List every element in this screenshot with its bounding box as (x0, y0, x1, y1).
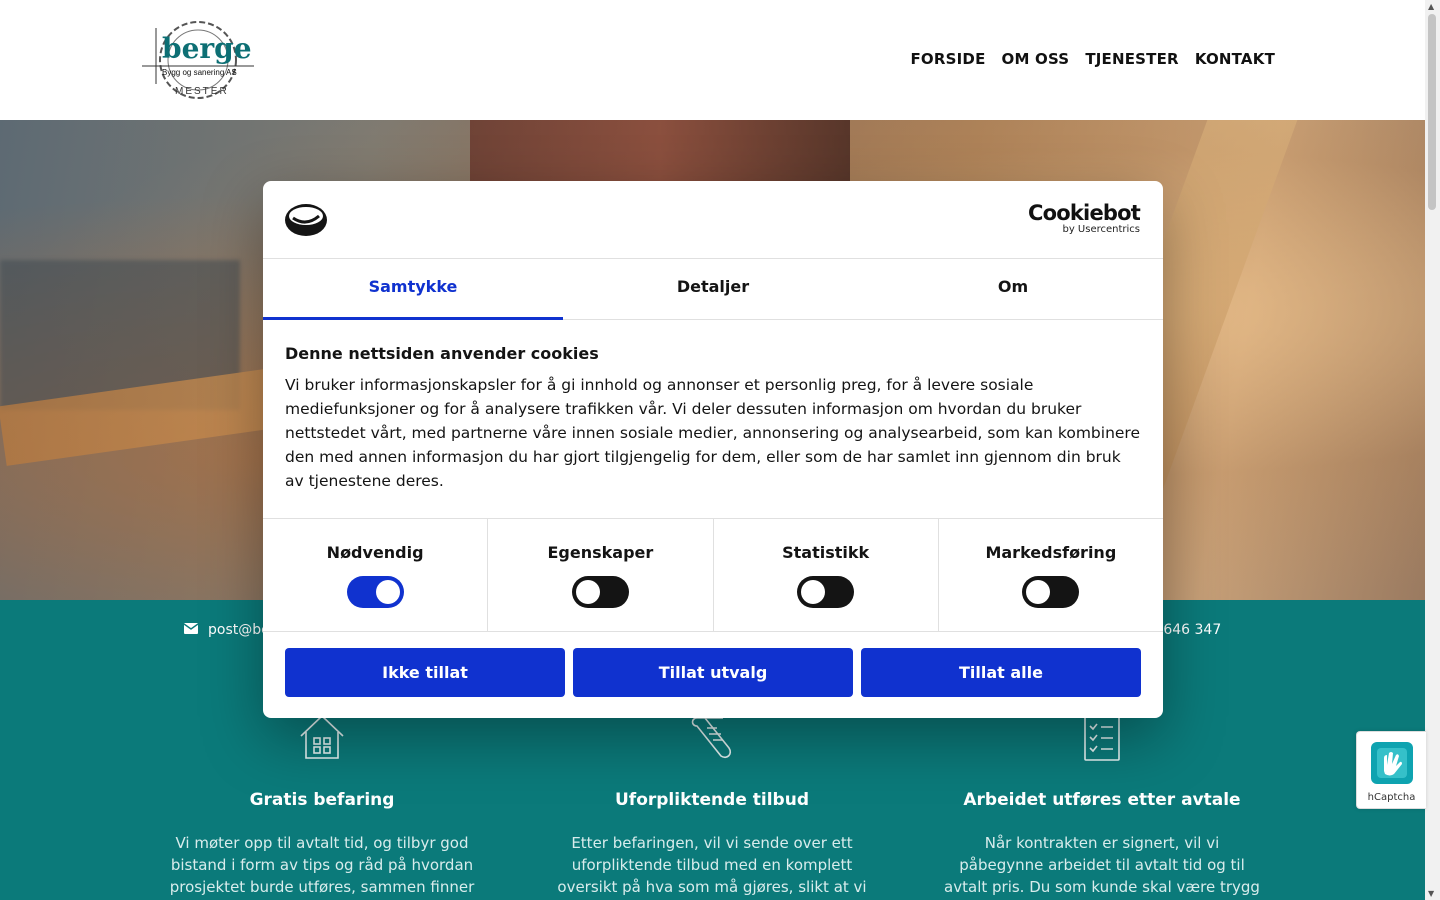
feature-card: Arbeidet utføres etter avtale Når kontra… (942, 712, 1262, 900)
toggle-statistikk: Statistikk (714, 519, 939, 631)
toggle-label: Nødvendig (326, 543, 424, 562)
nav-tjenester[interactable]: TJENESTER (1085, 50, 1179, 68)
toggle-switch-egenskaper[interactable] (571, 576, 629, 608)
dialog-body: Denne nettsiden anvender cookies Vi bruk… (263, 320, 1163, 518)
site-logo[interactable]: berge Bygg og sanering AS MESTER (142, 18, 256, 102)
feature-text: Når kontrakten er signert, vil vi påbegy… (944, 834, 1260, 896)
feature-card: Uforpliktende tilbud Etter befaringen, v… (552, 712, 872, 898)
toggle-label: Egenskaper (547, 543, 654, 562)
dialog-tabs: Samtykke Detaljer Om (263, 259, 1163, 320)
nav-forside[interactable]: FORSIDE (910, 50, 985, 68)
toggle-label: Markedsføring (985, 543, 1117, 562)
toggle-nodvendig: Nødvendig (263, 519, 489, 631)
cookie-consent-dialog: Cookiebot by Usercentrics Samtykke Detal… (263, 181, 1163, 718)
page-scrollbar[interactable]: ▲ ▼ (1425, 0, 1440, 900)
toggle-label: Statistikk (782, 543, 870, 562)
toggle-switch-nodvendig[interactable] (346, 576, 404, 608)
scroll-up-icon[interactable]: ▲ (1428, 2, 1434, 11)
allow-selection-button[interactable]: Tillat utvalg (573, 648, 853, 697)
dialog-heading: Denne nettsiden anvender cookies (285, 344, 599, 363)
feature-text: Etter befaringen, vil vi sende over ett … (557, 834, 867, 896)
house-icon (297, 712, 347, 762)
dialog-header: Cookiebot by Usercentrics (263, 181, 1163, 259)
feature-title: Gratis befaring (249, 790, 395, 810)
deny-button[interactable]: Ikke tillat (285, 648, 565, 697)
hcaptcha-label: hCaptcha (1367, 792, 1416, 803)
tab-samtykke[interactable]: Samtykke (263, 259, 563, 320)
toggle-switch-markedsforing[interactable] (1022, 576, 1080, 608)
cookiebot-brand-text: Cookiebot (1028, 201, 1141, 225)
scroll-icon (687, 712, 737, 762)
consent-toggles: Nødvendig Egenskaper Statistikk Markedsf… (263, 518, 1163, 632)
scroll-down-icon[interactable]: ▼ (1428, 889, 1434, 898)
logo-tagline-text: Bygg og sanering AS (162, 68, 237, 77)
nav-om-oss[interactable]: OM OSS (1002, 50, 1070, 68)
cookiebot-logo[interactable]: Cookiebot by Usercentrics (1028, 201, 1141, 235)
toggle-knob (1026, 580, 1051, 604)
logo-sub-text: MESTER (175, 86, 229, 97)
hcaptcha-icon (1367, 738, 1417, 792)
main-nav: FORSIDE OM OSS TJENESTER KONTAKT (910, 50, 1275, 68)
toggle-switch-statistikk[interactable] (797, 576, 855, 608)
site-header: berge Bygg og sanering AS MESTER FORSIDE… (0, 0, 1425, 120)
allow-all-button[interactable]: Tillat alle (861, 648, 1141, 697)
toggle-egenskaper: Egenskaper (488, 519, 714, 631)
toggle-markedsforing: Markedsføring (939, 519, 1163, 631)
contact-email[interactable]: post@be (183, 622, 270, 638)
feature-title: Uforpliktende tilbud (615, 790, 809, 810)
toggle-knob (575, 580, 600, 604)
tab-detaljer[interactable]: Detaljer (563, 259, 863, 319)
feature-title: Arbeidet utføres etter avtale (963, 790, 1241, 810)
contact-email-text: post@be (208, 622, 270, 638)
hcaptcha-badge[interactable]: hCaptcha (1356, 731, 1426, 809)
logo-brand-text: berge (162, 32, 252, 65)
dialog-description: Vi bruker informasjonskapsler for å gi i… (285, 376, 1141, 490)
tab-om[interactable]: Om (863, 259, 1163, 319)
nav-kontakt[interactable]: KONTAKT (1195, 50, 1275, 68)
feature-text: Vi møter opp til avtalt tid, og tilbyr g… (169, 834, 475, 896)
cookie-icon (285, 203, 329, 241)
envelope-icon (183, 622, 199, 638)
toggle-knob (801, 580, 826, 604)
feature-card: Gratis befaring Vi møter opp til avtalt … (162, 712, 482, 900)
cookiebot-sub-text: by Usercentrics (1062, 224, 1140, 235)
toggle-knob (375, 580, 400, 604)
checklist-icon (1077, 712, 1127, 762)
dialog-buttons: Ikke tillat Tillat utvalg Tillat alle (263, 632, 1163, 697)
scroll-thumb[interactable] (1428, 14, 1436, 210)
